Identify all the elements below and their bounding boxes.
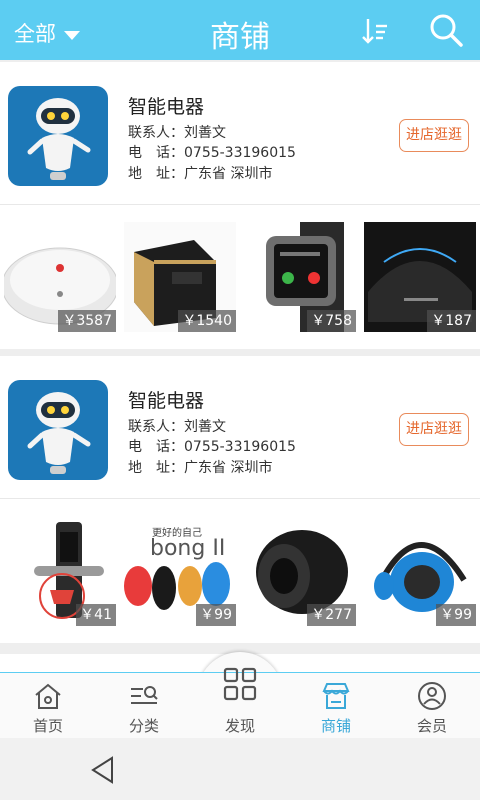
tab-member[interactable]: 会员 (384, 673, 480, 739)
visit-store-button[interactable]: 进店逛逛 (399, 413, 469, 446)
sort-icon[interactable] (360, 16, 390, 46)
product-thumbnail[interactable]: ￥187 (364, 222, 476, 332)
member-icon (418, 682, 446, 710)
product-price: ￥187 (427, 310, 476, 332)
shop-card[interactable]: 智能电器 联系人：刘善文 电 话：0755-33196015 地 址：广东省 深… (0, 62, 480, 349)
divider (0, 498, 480, 499)
visit-store-button[interactable]: 进店逛逛 (399, 119, 469, 152)
shop-address: 地 址：广东省 深圳市 (128, 460, 273, 476)
product-thumbnail[interactable]: ￥3587 (4, 222, 116, 332)
header-bar: 全部 商铺 (0, 0, 480, 60)
discover-grid-icon (223, 667, 257, 701)
product-thumbnail[interactable]: ￥1540 (124, 222, 236, 332)
tab-store[interactable]: 商铺 (288, 673, 384, 739)
search-icon[interactable] (428, 12, 464, 48)
home-icon (35, 683, 61, 709)
product-price: ￥99 (436, 604, 476, 626)
tab-label: 会员 (416, 717, 447, 735)
shop-logo-robot-icon (8, 380, 108, 480)
system-nav-bar (0, 738, 480, 800)
shop-name: 智能电器 (128, 96, 205, 118)
product-price: ￥41 (76, 604, 116, 626)
category-icon (131, 686, 158, 704)
shop-contact: 联系人：刘善文 (128, 419, 226, 435)
tab-category[interactable]: 分类 (96, 673, 192, 739)
product-thumbnail[interactable]: 更好的自己 bong II ￥99 (124, 516, 236, 626)
product-thumbnail[interactable]: ￥277 (244, 516, 356, 626)
shop-name: 智能电器 (128, 390, 205, 412)
product-thumbnail[interactable]: ￥99 (364, 516, 476, 626)
shop-address: 地 址：广东省 深圳市 (128, 166, 273, 182)
tab-label: 商铺 (320, 717, 351, 735)
page-title: 商铺 (210, 20, 270, 55)
tab-label: 首页 (32, 717, 63, 735)
product-price: ￥1540 (178, 310, 236, 332)
product-price: ￥3587 (58, 310, 116, 332)
product-thumbnail[interactable]: ￥758 (244, 222, 356, 332)
tab-label: 发现 (224, 717, 255, 735)
tab-discover[interactable]: 发现 (192, 667, 288, 739)
tab-home[interactable]: 首页 (0, 673, 96, 739)
tab-label: 分类 (128, 717, 159, 735)
shop-logo-robot-icon (8, 86, 108, 186)
shop-card[interactable]: 智能电器 联系人：刘善文 电 话：0755-33196015 地 址：广东省 深… (0, 356, 480, 643)
product-price: ￥277 (307, 604, 356, 626)
divider (0, 204, 480, 205)
bottom-tab-bar: 首页 分类 发现 商铺 会员 (0, 667, 480, 739)
product-caption: bong II (150, 536, 226, 561)
shop-phone: 电 话：0755-33196015 (128, 145, 296, 161)
store-icon (322, 683, 350, 709)
back-icon[interactable] (88, 755, 118, 785)
product-price: ￥758 (307, 310, 356, 332)
shop-contact: 联系人：刘善文 (128, 125, 226, 141)
product-price: ￥99 (196, 604, 236, 626)
product-thumbnail[interactable]: ￥41 (4, 516, 116, 626)
shop-phone: 电 话：0755-33196015 (128, 439, 296, 455)
